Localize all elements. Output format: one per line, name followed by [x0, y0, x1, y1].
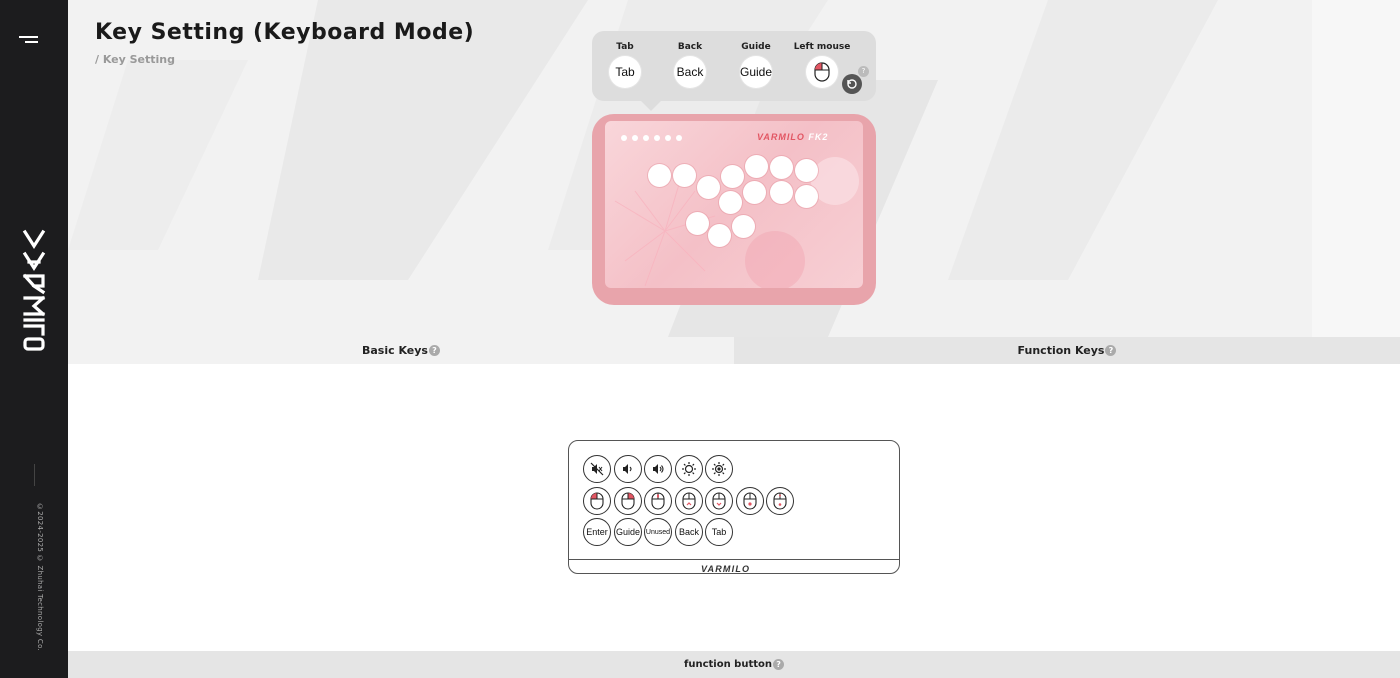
mouse-left-icon — [814, 62, 830, 82]
device-brand: VARMILO FK2 — [757, 132, 828, 142]
key-label: Tab — [616, 42, 634, 52]
device-button[interactable] — [743, 181, 766, 204]
device-button[interactable] — [745, 155, 768, 178]
arcade-stick-device: VARMILO FK2 — [592, 114, 876, 305]
sidebar: ©2024-2025 © Zhuhai Technology Co. — [0, 0, 68, 678]
mouse-scroll-up-icon[interactable] — [675, 487, 703, 515]
device-button[interactable] — [732, 215, 755, 238]
device-model-text: FK2 — [808, 132, 829, 142]
key-mapping-panel: Tab Tab Back Back Guide Guide Left mouse — [592, 31, 876, 101]
brightness-down-icon[interactable] — [675, 455, 703, 483]
help-icon[interactable]: ? — [773, 659, 785, 670]
mouse-scroll-down-icon[interactable] — [705, 487, 733, 515]
device-face: VARMILO FK2 — [605, 121, 863, 288]
page-title: Key Setting (Keyboard Mode) — [95, 20, 475, 45]
key-slot-back: Back Back — [660, 31, 720, 88]
func-key-enter[interactable]: Enter — [583, 518, 611, 546]
device-button[interactable] — [770, 181, 793, 204]
mouse-forward-icon[interactable] — [766, 487, 794, 515]
led-indicator — [665, 135, 671, 141]
hamburger-menu-icon[interactable] — [19, 36, 38, 45]
led-indicator — [643, 135, 649, 141]
copyright-text: ©2024-2025 © Zhuhai Technology Co. — [36, 503, 44, 652]
varmilo-logo — [22, 229, 46, 351]
mute-icon[interactable] — [583, 455, 611, 483]
help-icon[interactable]: ? — [428, 345, 440, 356]
device-button[interactable] — [673, 164, 696, 187]
key-button-tab[interactable]: Tab — [609, 56, 641, 88]
brightness-up-icon[interactable] — [705, 455, 733, 483]
device-button[interactable] — [770, 156, 793, 179]
function-button-label: function button — [683, 659, 773, 670]
tab-label: Basic Keys — [362, 344, 428, 357]
led-indicator — [676, 135, 682, 141]
led-indicator — [654, 135, 660, 141]
device-button[interactable] — [795, 159, 818, 182]
tab-function-keys[interactable]: Function Keys? — [734, 337, 1400, 364]
panel-divider — [569, 559, 899, 560]
help-icon[interactable]: ? — [858, 66, 869, 77]
func-key-tab[interactable]: Tab — [705, 518, 733, 546]
key-label: Left mouse — [793, 42, 851, 52]
tab-basic-keys[interactable]: Basic Keys? — [68, 337, 734, 364]
device-brand-text: VARMILO — [757, 132, 805, 142]
breadcrumb[interactable]: / Key Setting — [95, 53, 175, 66]
led-indicator — [621, 135, 627, 141]
key-label: Back — [677, 42, 703, 52]
reset-icon[interactable] — [842, 74, 862, 94]
help-icon[interactable]: ? — [1105, 345, 1117, 356]
device-button[interactable] — [719, 191, 742, 214]
panel-brand: VARMILO — [701, 564, 751, 574]
function-key-panel: Enter Guide Unused Back Tab VARMILO — [568, 440, 900, 574]
key-slot-tab: Tab Tab — [595, 31, 655, 88]
tab-bar: Basic Keys? Function Keys? — [68, 337, 1400, 364]
mouse-back-icon[interactable] — [736, 487, 764, 515]
device-button[interactable] — [795, 185, 818, 208]
mouse-middle-icon[interactable] — [644, 487, 672, 515]
device-button[interactable] — [697, 176, 720, 199]
tab-label: Function Keys — [1017, 344, 1105, 357]
device-button[interactable] — [686, 212, 709, 235]
func-key-back[interactable]: Back — [675, 518, 703, 546]
volume-up-icon[interactable] — [644, 455, 672, 483]
volume-down-icon[interactable] — [614, 455, 642, 483]
key-label: Guide — [741, 42, 771, 52]
func-key-guide[interactable]: Guide — [614, 518, 642, 546]
key-panel-pointer — [640, 100, 662, 111]
func-key-unused[interactable]: Unused — [644, 518, 672, 546]
key-button-back[interactable]: Back — [674, 56, 706, 88]
led-indicator — [632, 135, 638, 141]
sidebar-divider — [34, 464, 35, 486]
key-button-guide[interactable]: Guide — [740, 56, 772, 88]
mouse-right-icon[interactable] — [614, 487, 642, 515]
function-button-bar[interactable]: function button? — [68, 651, 1400, 678]
device-button[interactable] — [721, 165, 744, 188]
mouse-left-icon[interactable] — [583, 487, 611, 515]
device-button[interactable] — [648, 164, 671, 187]
key-slot-guide: Guide Guide — [726, 31, 786, 88]
key-button-left-mouse[interactable] — [806, 56, 838, 88]
device-button[interactable] — [708, 224, 731, 247]
